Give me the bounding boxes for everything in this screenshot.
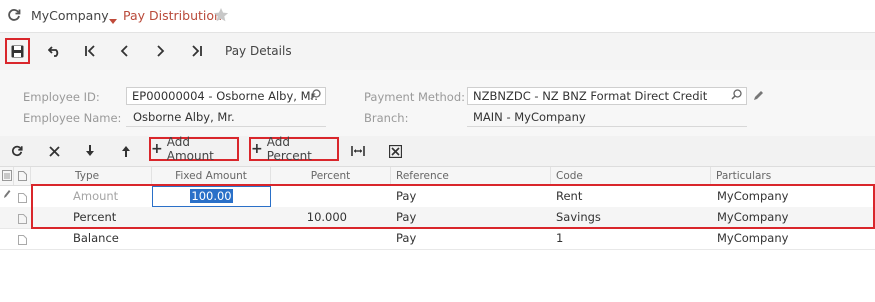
pencil-icon xyxy=(3,188,11,202)
employee-form: Employee ID: EP00000004 - Osborne Alby, … xyxy=(0,70,875,137)
fixed-amount-input[interactable]: 100.00 xyxy=(152,186,271,207)
chevron-left-icon xyxy=(120,45,128,57)
refresh-icon[interactable] xyxy=(7,8,21,25)
fit-columns-button[interactable] xyxy=(348,141,368,161)
arrow-down-icon xyxy=(86,145,94,156)
branch-underline xyxy=(467,126,747,127)
cell-reference[interactable]: Pay xyxy=(396,186,416,207)
col-header-type[interactable]: Type xyxy=(31,167,152,185)
note-icon[interactable] xyxy=(18,213,27,227)
col-header-percent[interactable]: Percent xyxy=(271,167,391,185)
plus-icon: + xyxy=(251,141,263,157)
grid-refresh-button[interactable] xyxy=(8,141,26,161)
previous-record-button[interactable] xyxy=(114,40,134,62)
grid-header: Type Fixed Amount Percent Reference Code… xyxy=(0,167,875,186)
cell-reference[interactable]: Pay xyxy=(396,228,416,249)
pay-details-button[interactable]: Pay Details xyxy=(225,44,292,58)
employee-id-field[interactable]: EP00000004 - Osborne Alby, Mr. xyxy=(126,87,326,105)
arrow-up-icon xyxy=(122,146,130,157)
main-toolbar: Pay Details xyxy=(0,33,875,71)
payment-method-label: Payment Method: xyxy=(364,90,466,104)
cell-code[interactable]: 1 xyxy=(556,228,563,249)
excel-icon xyxy=(388,144,402,158)
table-row[interactable]: Percent 10.000 Pay Savings MyCompany xyxy=(0,207,875,229)
col-header-particulars[interactable]: Particulars xyxy=(711,167,875,185)
first-record-button[interactable] xyxy=(80,40,100,62)
company-name[interactable]: MyCompany xyxy=(31,8,109,23)
payment-method-value: NZBNZDC - NZ BNZ Format Direct Credit xyxy=(473,89,708,103)
col-header-fixed-amount[interactable]: Fixed Amount xyxy=(152,167,271,185)
close-icon xyxy=(48,145,60,157)
cell-percent[interactable]: 10.000 xyxy=(271,207,347,228)
pencil-icon[interactable] xyxy=(753,90,764,104)
fixed-amount-value: 100.00 xyxy=(190,189,233,203)
add-percent-label: Add Percent xyxy=(266,135,312,163)
cell-particulars[interactable]: MyCompany xyxy=(717,228,788,249)
cell-code[interactable]: Rent xyxy=(556,186,582,207)
cell-fixed-amount[interactable] xyxy=(152,207,271,228)
payment-method-field[interactable]: NZBNZDC - NZ BNZ Format Direct Credit xyxy=(467,87,747,105)
branch-value: MAIN - MyCompany xyxy=(473,110,586,124)
table-row[interactable]: Amount 100.00 Pay Rent MyCompany xyxy=(0,186,875,208)
cell-type[interactable]: Percent xyxy=(73,207,116,228)
cell-type[interactable]: Balance xyxy=(73,228,119,249)
employee-name-label: Employee Name: xyxy=(23,111,122,125)
note-icon[interactable] xyxy=(18,234,27,248)
files-column-header[interactable] xyxy=(0,167,14,185)
refresh-icon xyxy=(12,145,23,157)
add-amount-button[interactable]: + Add Amount xyxy=(149,135,239,163)
top-bar: MyCompany Pay Distribution xyxy=(0,0,875,33)
col-header-reference[interactable]: Reference xyxy=(391,167,551,185)
cell-type[interactable]: Amount xyxy=(73,186,118,207)
fit-width-icon xyxy=(351,146,365,156)
first-icon xyxy=(85,45,95,57)
cell-particulars[interactable]: MyCompany xyxy=(717,186,788,207)
delete-row-button[interactable] xyxy=(45,141,63,161)
add-percent-button[interactable]: + Add Percent xyxy=(249,135,339,163)
note-icon[interactable] xyxy=(18,192,27,206)
cell-fixed-amount[interactable] xyxy=(152,228,271,249)
cell-percent[interactable] xyxy=(271,186,347,207)
notes-column-header[interactable] xyxy=(14,167,31,185)
note-icon xyxy=(18,171,27,181)
export-excel-button[interactable] xyxy=(385,141,405,161)
cell-code[interactable]: Savings xyxy=(556,207,601,228)
save-icon xyxy=(11,45,24,57)
screen-title[interactable]: Pay Distribution xyxy=(123,8,222,23)
chevron-down-icon[interactable] xyxy=(109,13,117,27)
add-amount-label: Add Amount xyxy=(166,135,214,163)
search-icon[interactable] xyxy=(731,89,742,103)
chevron-right-icon xyxy=(156,45,164,57)
table-row[interactable]: Balance Pay 1 MyCompany xyxy=(0,228,875,250)
last-record-button[interactable] xyxy=(187,40,207,62)
star-icon[interactable] xyxy=(213,7,229,26)
cell-percent[interactable] xyxy=(271,228,347,249)
employee-id-value: EP00000004 - Osborne Alby, Mr. xyxy=(132,89,318,103)
files-icon xyxy=(2,170,12,181)
employee-name-underline xyxy=(126,126,326,127)
last-icon xyxy=(192,45,202,57)
next-record-button[interactable] xyxy=(150,40,170,62)
employee-name-value: Osborne Alby, Mr. xyxy=(133,110,235,124)
employee-id-label: Employee ID: xyxy=(23,90,100,104)
plus-icon: + xyxy=(151,141,163,157)
undo-button[interactable] xyxy=(44,40,64,62)
save-button[interactable] xyxy=(5,38,30,64)
move-down-button[interactable] xyxy=(81,141,99,161)
grid-toolbar: + Add Amount + Add Percent xyxy=(0,135,875,167)
undo-icon xyxy=(47,45,58,57)
cell-reference[interactable]: Pay xyxy=(396,207,416,228)
move-up-button[interactable] xyxy=(117,141,135,161)
branch-label: Branch: xyxy=(364,111,409,125)
search-icon[interactable] xyxy=(310,89,321,103)
col-header-code[interactable]: Code xyxy=(551,167,711,185)
cell-particulars[interactable]: MyCompany xyxy=(717,207,788,228)
